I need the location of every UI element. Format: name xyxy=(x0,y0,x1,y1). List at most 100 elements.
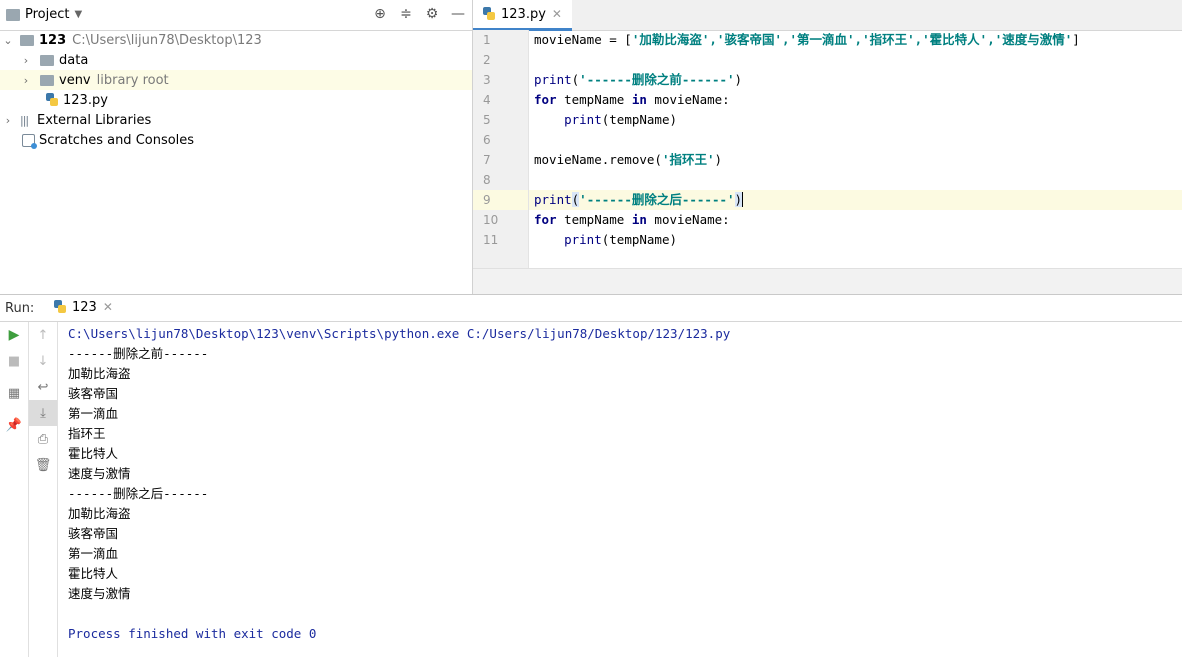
scroll-to-end-icon[interactable]: ⤓ xyxy=(29,400,57,426)
tree-item-label: 123 xyxy=(39,32,67,48)
builtin-name: print xyxy=(534,72,572,87)
tree-item-note: library root xyxy=(96,72,169,88)
print-icon[interactable]: ⎙ xyxy=(29,426,57,452)
console-line: 骇客帝国 xyxy=(68,386,119,401)
console-line: 霍比特人 xyxy=(68,566,119,581)
builtin-name: print xyxy=(564,112,602,127)
tree-item-label: venv xyxy=(59,72,91,88)
string-literal: '------删除之前------' xyxy=(579,72,735,87)
tree-item-label: External Libraries xyxy=(37,112,152,128)
run-tab-123[interactable]: 123 ✕ xyxy=(46,295,121,319)
line-number: 10 xyxy=(483,213,499,227)
pin-icon[interactable]: 📌 xyxy=(0,412,28,438)
keyword: for xyxy=(534,212,557,227)
code-text: movieName.remove( xyxy=(534,152,662,167)
arrow-up-icon[interactable]: ↑ xyxy=(29,322,57,348)
console-line: 指环王 xyxy=(68,426,106,441)
run-label: Run: xyxy=(5,301,35,316)
code-line[interactable]: print('------删除之前------') xyxy=(529,70,1182,90)
line-number: 3 xyxy=(483,73,491,87)
chevron-right-icon[interactable]: › xyxy=(2,114,14,127)
code-text: tempName xyxy=(556,92,632,107)
code-text: tempName xyxy=(556,212,632,227)
line-number: 7 xyxy=(483,153,491,167)
console-line: 骇客帝国 xyxy=(68,526,119,541)
line-number: 4 xyxy=(483,93,491,107)
line-number: 1 xyxy=(483,33,491,47)
collapse-all-icon[interactable]: ≑ xyxy=(398,6,414,22)
console-output[interactable]: C:\Users\lijun78\Desktop\123\venv\Script… xyxy=(68,324,1168,644)
builtin-name: print xyxy=(534,192,572,207)
string-literal: '------删除之后------' xyxy=(579,192,735,207)
keyword: in xyxy=(631,92,647,107)
chevron-down-icon[interactable]: ⌄ xyxy=(2,34,14,47)
code-line[interactable] xyxy=(529,130,1182,150)
code-text: ) xyxy=(714,152,723,167)
tree-item-venv[interactable]: › venv library root xyxy=(0,70,472,90)
code-line[interactable]: for tempName in movieName: xyxy=(529,90,1182,110)
folder-icon xyxy=(20,34,34,46)
run-tab-label: 123 xyxy=(72,299,97,315)
code-text: movieName = [ xyxy=(534,32,632,47)
folder-icon xyxy=(40,54,54,66)
stop-icon[interactable]: ■ xyxy=(0,348,28,374)
tree-item-data[interactable]: › data xyxy=(0,50,472,70)
project-header: Project ▼ ⊕ ≑ ⚙ — xyxy=(0,0,472,31)
tab-label: 123.py xyxy=(501,6,546,22)
trash-icon[interactable]: 🗑 xyxy=(29,452,57,478)
run-toolbar-primary: ▶ ■ ▦ 📌 xyxy=(0,322,29,657)
folder-icon xyxy=(40,74,54,86)
arrow-down-icon[interactable]: ↓ xyxy=(29,348,57,374)
close-icon[interactable]: ✕ xyxy=(103,300,113,314)
run-header: Run: 123 ✕ xyxy=(0,295,1182,322)
code-line[interactable]: print(tempName) xyxy=(529,230,1182,250)
code-line[interactable]: movieName = ['加勒比海盗','骇客帝国','第一滴血','指环王'… xyxy=(529,30,1182,50)
library-icon: ||| xyxy=(20,113,29,127)
console-line: 速度与激情 xyxy=(68,466,131,481)
close-icon[interactable]: ✕ xyxy=(552,7,562,21)
code-line-current[interactable]: print('------删除之后------') xyxy=(529,190,1182,210)
soft-wrap-icon[interactable]: ↩ xyxy=(29,374,57,400)
keyword: for xyxy=(534,92,557,107)
code-text: movieName: xyxy=(646,92,730,107)
code-line[interactable] xyxy=(529,50,1182,70)
play-icon[interactable]: ▶ xyxy=(0,322,28,348)
code-line[interactable]: movieName.remove('指环王') xyxy=(529,150,1182,170)
console-line: 加勒比海盗 xyxy=(68,366,131,381)
code-line[interactable]: print(tempName) xyxy=(529,110,1182,130)
project-view-selector[interactable]: Project ▼ xyxy=(6,7,82,22)
locate-icon[interactable]: ⊕ xyxy=(372,6,388,22)
code-line[interactable]: for tempName in movieName: xyxy=(529,210,1182,230)
console-line: Process finished with exit code 0 xyxy=(68,626,317,641)
code-line[interactable] xyxy=(529,170,1182,190)
console-line: 加勒比海盗 xyxy=(68,506,131,521)
code-area[interactable]: movieName = ['加勒比海盗','骇客帝国','第一滴血','指环王'… xyxy=(529,30,1182,268)
minimize-icon[interactable]: — xyxy=(450,6,466,22)
python-file-icon xyxy=(46,93,58,107)
console-line: 速度与激情 xyxy=(68,586,131,601)
scratches-icon xyxy=(22,133,37,149)
layout-icon[interactable]: ▦ xyxy=(0,380,28,406)
code-text: ] xyxy=(1072,32,1080,47)
tree-item-file[interactable]: 123.py xyxy=(0,90,472,110)
code-text: movieName: xyxy=(646,212,730,227)
chevron-right-icon[interactable]: › xyxy=(20,74,32,87)
tree-item-project-root[interactable]: ⌄ 123 C:\Users\lijun78\Desktop\123 xyxy=(0,30,472,50)
keyword: in xyxy=(631,212,647,227)
console-line: 第一滴血 xyxy=(68,406,119,421)
chevron-right-icon[interactable]: › xyxy=(20,54,32,67)
gear-icon[interactable]: ⚙ xyxy=(424,6,440,22)
chevron-down-icon: ▼ xyxy=(74,9,83,20)
editor-breadcrumb-bar xyxy=(473,268,1182,295)
console-line: C:\Users\lijun78\Desktop\123\venv\Script… xyxy=(68,326,731,341)
tree-item-external-libraries[interactable]: › ||| External Libraries xyxy=(0,110,472,130)
tree-item-scratches[interactable]: Scratches and Consoles xyxy=(0,130,472,150)
string-literal: '指环王' xyxy=(661,152,715,167)
line-number: 5 xyxy=(483,113,491,127)
console-line: ------删除之前------ xyxy=(68,346,209,361)
project-icon xyxy=(6,8,20,21)
python-icon xyxy=(54,300,66,314)
tab-123-py[interactable]: 123.py ✕ xyxy=(473,0,572,31)
run-toolbar-secondary: ↑ ↓ ↩ ⤓ ⎙ 🗑 xyxy=(29,322,58,657)
